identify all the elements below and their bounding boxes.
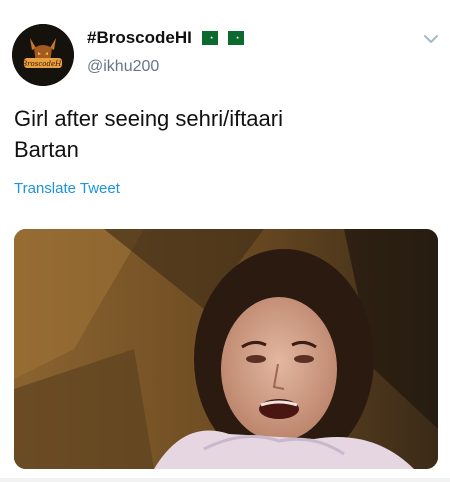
display-name-text[interactable]: #BroscodeHI: [87, 28, 192, 48]
tweet-text-line: Bartan: [14, 137, 79, 162]
user-handle[interactable]: @ikhu200: [87, 58, 159, 76]
tweet-card: BroscodeHI #BroscodeHI @ikhu200 Girl aft…: [0, 0, 450, 482]
tweet-text-line: Girl after seeing sehri/iftaari: [14, 106, 283, 131]
chevron-down-icon[interactable]: [422, 32, 440, 44]
pakistan-flag-icon: [223, 31, 244, 45]
pakistan-flag-icon: [197, 31, 218, 45]
divider: [0, 478, 450, 482]
translate-tweet-link[interactable]: Translate Tweet: [14, 180, 120, 197]
avatar-logo-text: BroscodeHI: [21, 60, 64, 68]
avatar[interactable]: BroscodeHI: [12, 24, 74, 86]
tweet-text: Girl after seeing sehri/iftaari Bartan: [14, 103, 434, 165]
display-name[interactable]: #BroscodeHI: [87, 28, 244, 48]
tweet-media-image[interactable]: [14, 229, 438, 469]
